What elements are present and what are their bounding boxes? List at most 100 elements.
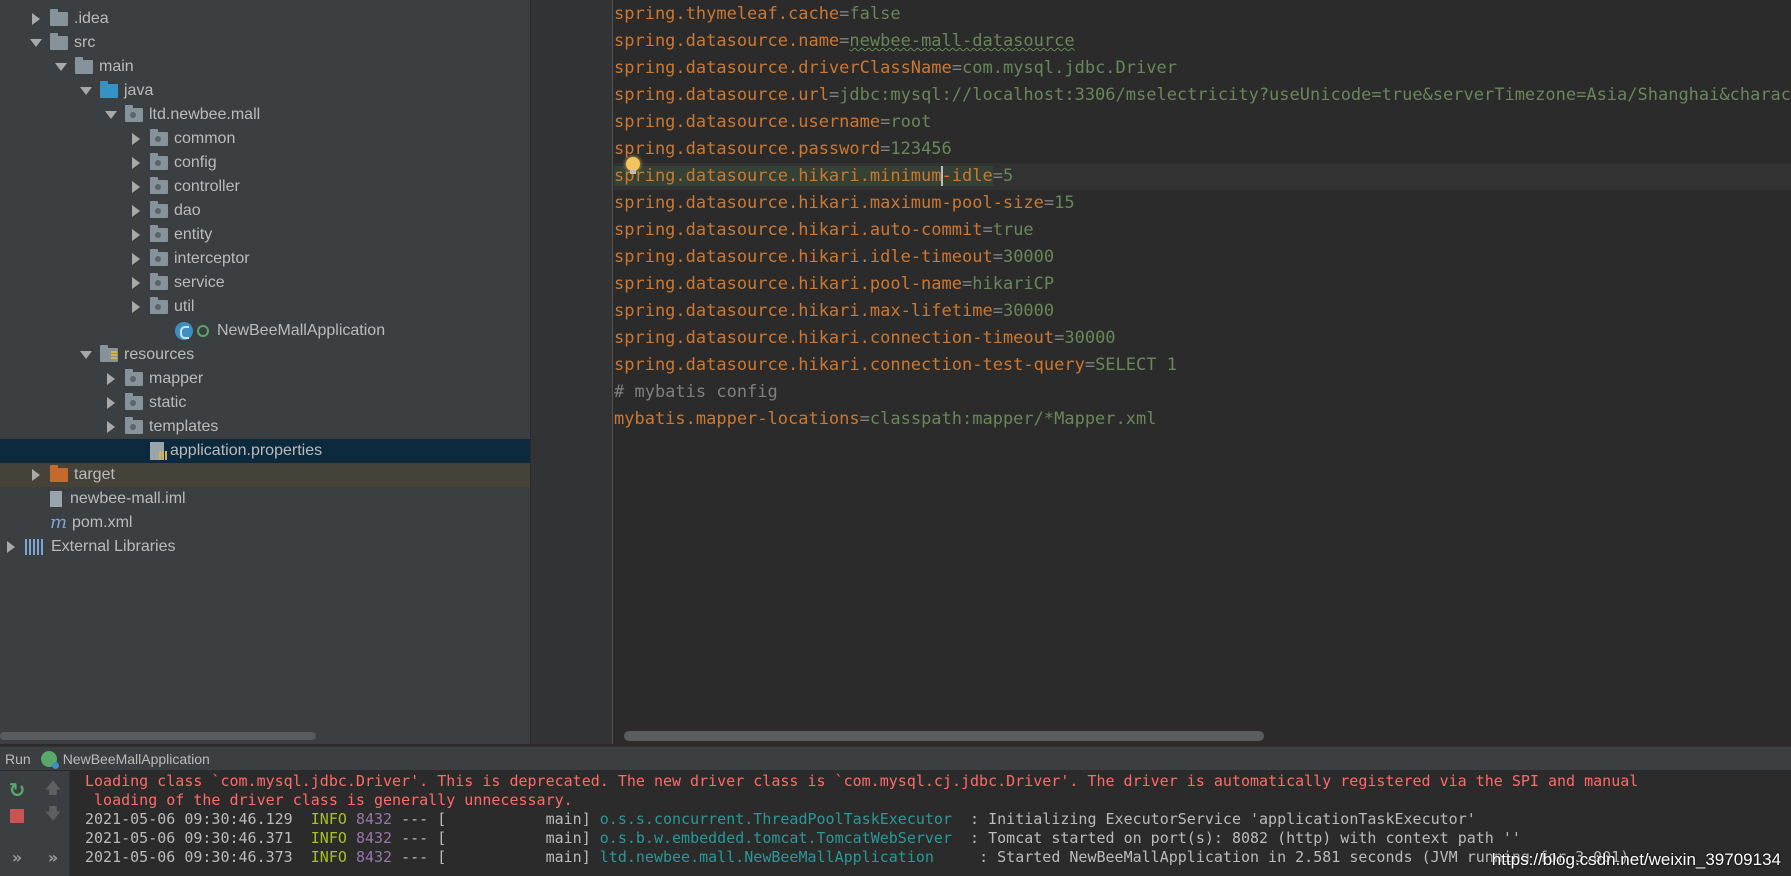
- chevron-right-icon[interactable]: [130, 181, 142, 193]
- chevron-right-icon[interactable]: [130, 301, 142, 313]
- property-key: spring.datasource.hikari.pool-name: [614, 274, 962, 294]
- property-key: spring.datasource.hikari.connection-test…: [614, 355, 1085, 375]
- tree-item[interactable]: templates: [0, 415, 530, 439]
- tree-item[interactable]: m pom.xml: [0, 511, 530, 535]
- chevron-right-icon[interactable]: [130, 253, 142, 265]
- equals-sign: =: [880, 112, 891, 132]
- project-horizontal-scrollbar[interactable]: [0, 732, 316, 740]
- tree-item-label: main: [99, 58, 134, 75]
- tree-item[interactable]: src: [0, 31, 530, 55]
- code-editor[interactable]: spring.thymeleaf.cache=false spring.datas…: [614, 0, 1791, 744]
- tree-item-label: static: [149, 394, 187, 411]
- more-actions-icon[interactable]: »: [42, 846, 64, 868]
- tree-item[interactable]: util: [0, 295, 530, 319]
- tree-item-label: java: [124, 82, 154, 99]
- property-key: spring.datasource.hikari.idle-timeout: [614, 247, 993, 267]
- tree-item[interactable]: application.properties: [0, 439, 530, 463]
- code-line: spring.datasource.driverClassName=com.my…: [614, 55, 1791, 82]
- equals-sign: =: [880, 139, 891, 159]
- tree-item[interactable]: newbee-mall.iml: [0, 487, 530, 511]
- code-line: spring.datasource.name=newbee-mall-datas…: [614, 28, 1791, 55]
- tree-item[interactable]: resources: [0, 343, 530, 367]
- tree-item[interactable]: service: [0, 271, 530, 295]
- property-key: spring.datasource.hikari.max-lifetime: [614, 301, 993, 321]
- chevron-right-icon[interactable]: [105, 373, 117, 385]
- property-key: spring.datasource.username: [614, 112, 881, 132]
- console-error-text: loading of the driver class is generally…: [85, 791, 573, 809]
- stop-icon[interactable]: [6, 805, 28, 827]
- property-value: newbee-mall-datasource: [849, 31, 1075, 51]
- rerun-icon[interactable]: ↻: [6, 778, 28, 802]
- chevron-right-icon[interactable]: [130, 133, 142, 145]
- chevron-right-icon[interactable]: [130, 277, 142, 289]
- chevron-right-icon[interactable]: [105, 397, 117, 409]
- code-line: spring.datasource.hikari.max-lifetime=30…: [614, 298, 1791, 325]
- lightbulb-icon[interactable]: [626, 157, 640, 174]
- run-tab-label[interactable]: Run: [5, 751, 31, 767]
- tree-item-label: ltd.newbee.mall: [149, 106, 261, 123]
- chevron-right-icon[interactable]: [130, 157, 142, 169]
- chevron-down-icon[interactable]: [80, 85, 92, 97]
- chevron-right-icon[interactable]: [30, 13, 42, 25]
- tree-item[interactable]: java: [0, 79, 530, 103]
- property-value: false: [849, 4, 901, 24]
- log-thread: main]: [446, 810, 600, 828]
- code-line: spring.datasource.password=123456: [614, 136, 1791, 163]
- property-key: spring.datasource.hikari.minimum-idle: [614, 166, 993, 186]
- chevron-right-icon[interactable]: [30, 469, 42, 481]
- run-config-name[interactable]: NewBeeMallApplication: [63, 751, 210, 767]
- package-icon: [150, 129, 168, 146]
- log-logger: ltd.newbee.mall.NewBeeMallApplication: [599, 848, 971, 866]
- tree-item[interactable]: entity: [0, 223, 530, 247]
- chevron-right-icon[interactable]: [130, 205, 142, 217]
- tree-item-label: pom.xml: [72, 514, 133, 531]
- equals-sign: =: [828, 85, 840, 105]
- editor-horizontal-scrollbar[interactable]: [624, 731, 1264, 741]
- tree-item[interactable]: External Libraries: [0, 535, 530, 559]
- log-level: INFO: [310, 829, 347, 847]
- tree-item[interactable]: dao: [0, 199, 530, 223]
- code-line: spring.datasource.hikari.connection-test…: [614, 352, 1791, 379]
- tree-item[interactable]: static: [0, 391, 530, 415]
- log-pid: 8432: [355, 810, 393, 828]
- log-separator: --- [: [392, 829, 447, 847]
- property-key: spring.datasource.password: [614, 139, 881, 159]
- up-arrow-icon[interactable]: 🡅: [42, 778, 64, 801]
- chevron-down-icon[interactable]: [80, 349, 92, 361]
- chevron-down-icon[interactable]: [30, 37, 42, 49]
- code-line: spring.datasource.url=jdbc:mysql://local…: [614, 82, 1791, 109]
- chevron-right-icon[interactable]: [105, 421, 117, 433]
- property-value: 30000: [1002, 247, 1055, 267]
- tree-item-label: src: [74, 34, 96, 51]
- tree-item[interactable]: controller: [0, 175, 530, 199]
- code-line: # mybatis config: [614, 379, 1791, 406]
- spring-boot-class-icon: [175, 322, 193, 340]
- equals-sign: =: [982, 220, 993, 240]
- down-arrow-icon[interactable]: 🡇: [42, 804, 64, 827]
- tree-item[interactable]: .idea: [0, 7, 530, 31]
- property-value: 15: [1054, 193, 1075, 213]
- log-timestamp: 2021-05-06 09:30:46.373: [85, 848, 293, 866]
- more-icon[interactable]: »: [6, 846, 28, 868]
- tree-item[interactable]: ltd.newbee.mall: [0, 103, 530, 127]
- tree-item[interactable]: mapper: [0, 367, 530, 391]
- tree-item[interactable]: main: [0, 55, 530, 79]
- chevron-down-icon[interactable]: [105, 109, 117, 121]
- tree-item[interactable]: common: [0, 127, 530, 151]
- tree-item[interactable]: config: [0, 151, 530, 175]
- run-gutter-icon: [197, 325, 209, 337]
- tree-item[interactable]: target: [0, 463, 530, 487]
- chevron-right-icon[interactable]: [130, 229, 142, 241]
- code-line: spring.datasource.hikari.maximum-pool-si…: [614, 190, 1791, 217]
- tree-item-label: application.properties: [170, 442, 323, 459]
- tree-item-label: External Libraries: [51, 538, 176, 555]
- chevron-down-icon[interactable]: [55, 61, 67, 73]
- property-key: spring.datasource.hikari.auto-commit: [614, 220, 983, 240]
- project-panel: .idea src main java ltd.newbee.mall common con…: [0, 0, 531, 744]
- chevron-right-icon[interactable]: [5, 541, 17, 553]
- tree-item[interactable]: interceptor: [0, 247, 530, 271]
- tree-item-label: service: [174, 274, 225, 291]
- tree-item[interactable]: NewBeeMallApplication: [0, 319, 530, 343]
